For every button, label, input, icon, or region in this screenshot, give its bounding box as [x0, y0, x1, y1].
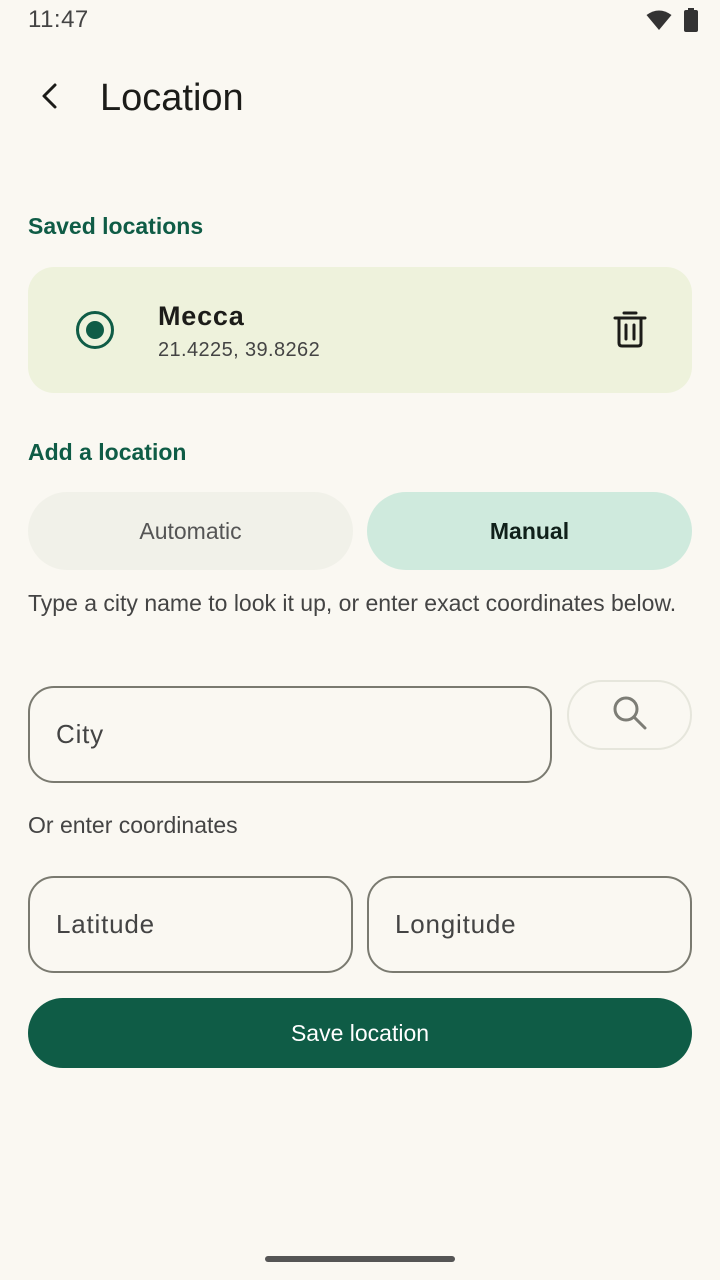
longitude-placeholder: Longitude — [395, 909, 517, 939]
city-placeholder: City — [56, 719, 104, 749]
city-input[interactable]: City — [28, 686, 552, 783]
latitude-placeholder: Latitude — [56, 909, 155, 939]
location-coordinates: 21.4225, 39.8262 — [158, 339, 321, 361]
save-location-button[interactable]: Save location — [28, 998, 692, 1068]
mode-automatic-button[interactable]: Automatic — [28, 492, 353, 570]
status-time: 11:47 — [28, 6, 89, 33]
longitude-input[interactable]: Longitude — [367, 876, 692, 973]
mode-automatic-label: Automatic — [139, 517, 242, 544]
wifi-icon — [646, 9, 672, 36]
add-location-heading: Add a location — [28, 439, 187, 465]
delete-location-button[interactable] — [606, 307, 654, 355]
status-icons — [646, 8, 698, 37]
battery-icon — [684, 8, 698, 37]
saved-location-card[interactable]: Mecca 21.4225, 39.8262 — [28, 267, 692, 393]
arrow-back-icon — [38, 82, 62, 115]
location-name: Mecca — [158, 301, 245, 331]
mode-manual-button[interactable]: Manual — [367, 492, 692, 570]
coordinates-label: Or enter coordinates — [28, 812, 238, 838]
location-screen: 11:47 Location Saved locations Mecca 21.… — [0, 0, 720, 1280]
latitude-input[interactable]: Latitude — [28, 876, 353, 973]
save-location-label: Save location — [290, 1019, 430, 1046]
mode-manual-label: Manual — [489, 517, 570, 544]
search-city-button[interactable] — [567, 680, 692, 750]
gesture-nav-handle[interactable] — [265, 1256, 455, 1262]
location-radio-selected[interactable] — [76, 311, 114, 349]
saved-locations-heading: Saved locations — [28, 213, 204, 239]
back-button[interactable] — [26, 74, 74, 122]
helper-text: Type a city name to look it up, or enter… — [28, 590, 677, 616]
page-title: Location — [100, 77, 244, 119]
search-icon — [612, 695, 648, 736]
trash-icon — [613, 310, 647, 353]
